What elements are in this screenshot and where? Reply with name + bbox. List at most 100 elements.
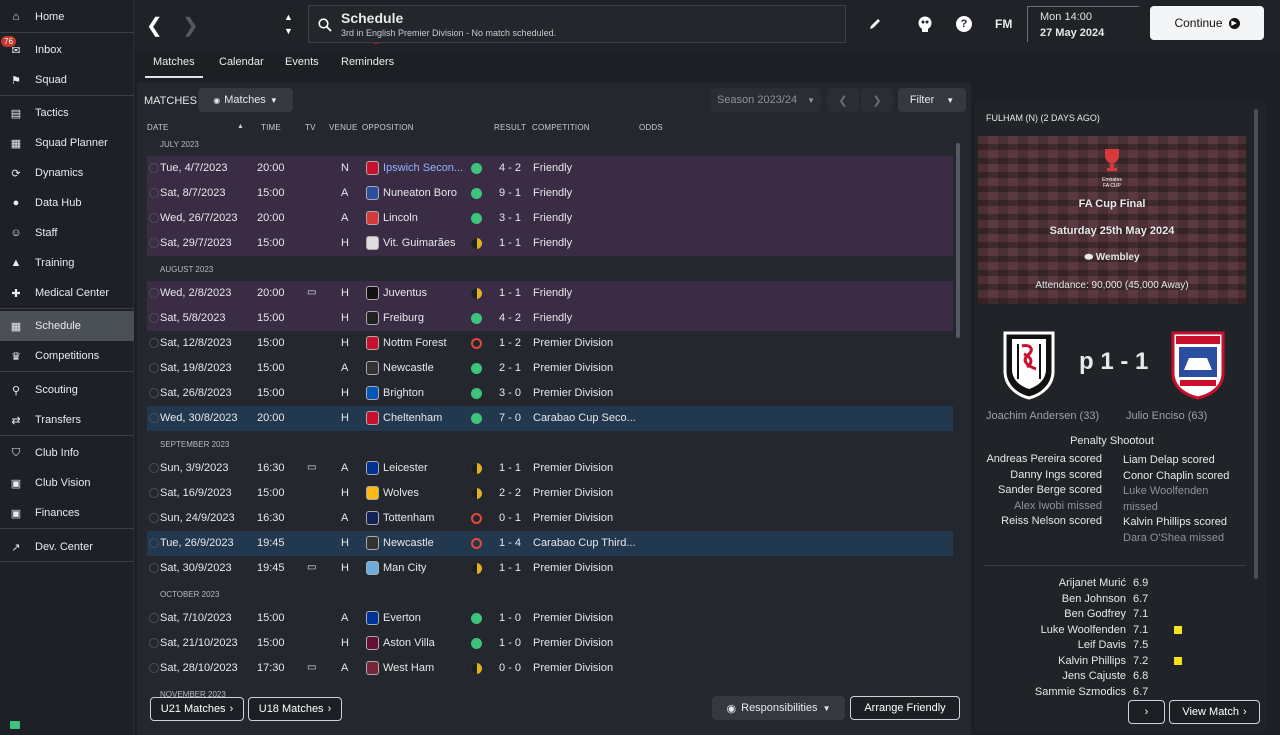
table-row[interactable]: Sat, 19/8/2023 15:00 A Newcastle 2 - 1 Premie… [147, 356, 953, 381]
opposition-name[interactable]: Ipswich Secon... [383, 162, 463, 174]
table-row[interactable]: Sun, 3/9/2023 16:30 ▭ A Leicester 1 - 1 Premie… [147, 456, 953, 481]
opposition-name[interactable]: Everton [383, 612, 421, 624]
sidebar-item-schedule[interactable]: ▦ Schedule [0, 311, 134, 341]
sidebar-item-data-hub[interactable]: ● Data Hub [0, 188, 134, 218]
sidebar-item-finances[interactable]: ▣ Finances [0, 498, 134, 528]
opposition-name[interactable]: Aston Villa [383, 637, 435, 649]
select-checkbox[interactable] [149, 313, 159, 323]
filter-button[interactable]: Filter ▼ [898, 88, 966, 112]
opposition-name[interactable]: Newcastle [383, 362, 434, 374]
table-row[interactable]: Wed, 2/8/2023 20:00 ▭ H Juventus 1 - 1 Friendl… [147, 281, 953, 306]
tab-reminders[interactable]: Reminders [341, 56, 394, 68]
sidebar-item-medical-center[interactable]: ✚ Medical Center [0, 278, 134, 308]
kit-icon[interactable] [917, 15, 933, 33]
fm-logo[interactable]: FM [995, 17, 1012, 31]
select-checkbox[interactable] [149, 563, 159, 573]
select-checkbox[interactable] [149, 488, 159, 498]
opposition-name[interactable]: Nuneaton Boro [383, 187, 457, 199]
u21-matches-button[interactable]: U21 Matches › [150, 697, 244, 721]
table-row[interactable]: Wed, 26/7/2023 20:00 A Lincoln 3 - 1 Friendly [147, 206, 953, 231]
select-checkbox[interactable] [149, 413, 159, 423]
chevron-up-icon[interactable]: ▲ [284, 12, 293, 22]
opposition-name[interactable]: Lincoln [383, 212, 418, 224]
table-row[interactable]: Tue, 26/9/2023 19:45 H Newcastle 1 - 4 Caraba… [147, 531, 953, 556]
table-row[interactable]: Wed, 30/8/2023 20:00 H Cheltenham 7 - 0 Carab… [147, 406, 953, 431]
sidebar-item-inbox[interactable]: ✉ Inbox [0, 35, 134, 65]
tab-events[interactable]: Events [285, 56, 319, 68]
table-row[interactable]: Sat, 7/10/2023 15:00 A Everton 1 - 0 Premier … [147, 606, 953, 631]
table-row[interactable]: Sat, 16/9/2023 15:00 H Wolves 2 - 2 Premier D… [147, 481, 953, 506]
table-row[interactable]: Sat, 28/10/2023 17:30 ▭ A West Ham 0 - 0 Premi… [147, 656, 953, 681]
page-header-box[interactable]: Schedule 3rd in English Premier Division… [308, 5, 846, 43]
forward-arrow-icon[interactable]: ❯ [182, 13, 199, 38]
sidebar-item-transfers[interactable]: ⇄ Transfers [0, 405, 134, 435]
select-checkbox[interactable] [149, 213, 159, 223]
sidebar-item-scouting[interactable]: ⚲ Scouting [0, 375, 134, 405]
select-checkbox[interactable] [149, 338, 159, 348]
responsibilities-button[interactable]: ◉ Responsibilities ▼ [712, 696, 845, 720]
opposition-name[interactable]: Juventus [383, 287, 427, 299]
arrange-friendly-button[interactable]: Arrange Friendly [850, 696, 960, 720]
opposition-name[interactable]: Leicester [383, 462, 428, 474]
select-checkbox[interactable] [149, 613, 159, 623]
select-checkbox[interactable] [149, 363, 159, 373]
view-match-button[interactable]: View Match › [1169, 700, 1260, 724]
select-checkbox[interactable] [149, 638, 159, 648]
continue-button[interactable]: Continue ▶ [1150, 6, 1264, 40]
table-row[interactable]: Sat, 26/8/2023 15:00 H Brighton 3 - 0 Premier… [147, 381, 953, 406]
sidebar-item-squad-planner[interactable]: ▦ Squad Planner [0, 128, 134, 158]
season-dropdown[interactable]: Season 2023/24 ▼ [711, 88, 821, 112]
select-checkbox[interactable] [149, 188, 159, 198]
table-row[interactable]: Sat, 12/8/2023 15:00 H Nottm Forest 1 - 2 Pre… [147, 331, 953, 356]
next-match-button[interactable]: › [1128, 700, 1165, 724]
sidebar-item-home[interactable]: ⌂ Home [0, 2, 134, 32]
opposition-name[interactable]: Freiburg [383, 312, 424, 324]
prev-season-button[interactable]: ❮ [827, 88, 859, 112]
table-row[interactable]: Sun, 24/9/2023 16:30 A Tottenham 0 - 1 Premie… [147, 506, 953, 531]
sidebar-item-club-vision[interactable]: ▣ Club Vision [0, 468, 134, 498]
date-display[interactable]: Mon 14:00 27 May 2024 [1027, 6, 1139, 42]
sidebar-item-dynamics[interactable]: ⟳ Dynamics [0, 158, 134, 188]
panel-scrollbar[interactable] [1254, 109, 1258, 579]
table-row[interactable]: Sat, 5/8/2023 15:00 H Freiburg 4 - 2 Friendly [147, 306, 953, 331]
sidebar-item-squad[interactable]: ⚑ Squad [0, 65, 134, 95]
opposition-name[interactable]: Vit. Guimarães [383, 237, 456, 249]
chevron-down-icon[interactable]: ▼ [284, 26, 293, 36]
u18-matches-button[interactable]: U18 Matches › [248, 697, 342, 721]
sidebar-item-dev-center[interactable]: ↗ Dev. Center [0, 532, 134, 562]
table-row[interactable]: Tue, 4/7/2023 20:00 N Ipswich Secon... 4 - 2… [147, 156, 953, 181]
opposition-name[interactable]: Brighton [383, 387, 424, 399]
sidebar-item-competitions[interactable]: ♛ Competitions [0, 341, 134, 371]
select-checkbox[interactable] [149, 388, 159, 398]
opposition-name[interactable]: West Ham [383, 662, 434, 674]
select-checkbox[interactable] [149, 538, 159, 548]
pencil-icon[interactable] [868, 17, 882, 31]
opposition-name[interactable]: Tottenham [383, 512, 434, 524]
table-row[interactable]: Sat, 21/10/2023 15:00 H Aston Villa 1 - 0 Pre… [147, 631, 953, 656]
sort-asc-icon[interactable]: ▲ [237, 123, 244, 130]
opposition-name[interactable]: Newcastle [383, 537, 434, 549]
sidebar-item-training[interactable]: ▲ Training [0, 248, 134, 278]
sidebar-item-tactics[interactable]: ▤ Tactics [0, 98, 134, 128]
tab-calendar[interactable]: Calendar [219, 56, 264, 68]
view-dropdown[interactable]: ◉ Matches ▼ [198, 88, 293, 112]
sidebar-item-club-info[interactable]: ⛉ Club Info [0, 438, 134, 468]
opposition-name[interactable]: Nottm Forest [383, 337, 447, 349]
select-checkbox[interactable] [149, 463, 159, 473]
table-row[interactable]: Sat, 29/7/2023 15:00 H Vit. Guimarães 1 - 1 F… [147, 231, 953, 256]
back-arrow-icon[interactable]: ❮ [146, 13, 163, 38]
help-icon[interactable]: ? [956, 16, 972, 32]
tab-matches[interactable]: Matches [145, 56, 203, 78]
opposition-name[interactable]: Man City [383, 562, 426, 574]
select-checkbox[interactable] [149, 663, 159, 673]
select-checkbox[interactable] [149, 163, 159, 173]
select-checkbox[interactable] [149, 288, 159, 298]
sidebar-item-staff[interactable]: ☺ Staff [0, 218, 134, 248]
opposition-name[interactable]: Cheltenham [383, 412, 442, 424]
list-scrollbar[interactable] [956, 143, 960, 338]
next-season-button[interactable]: ❯ [861, 88, 893, 112]
opposition-name[interactable]: Wolves [383, 487, 419, 499]
table-row[interactable]: Sat, 30/9/2023 19:45 ▭ H Man City 1 - 1 Premie… [147, 556, 953, 581]
select-checkbox[interactable] [149, 513, 159, 523]
select-checkbox[interactable] [149, 238, 159, 248]
